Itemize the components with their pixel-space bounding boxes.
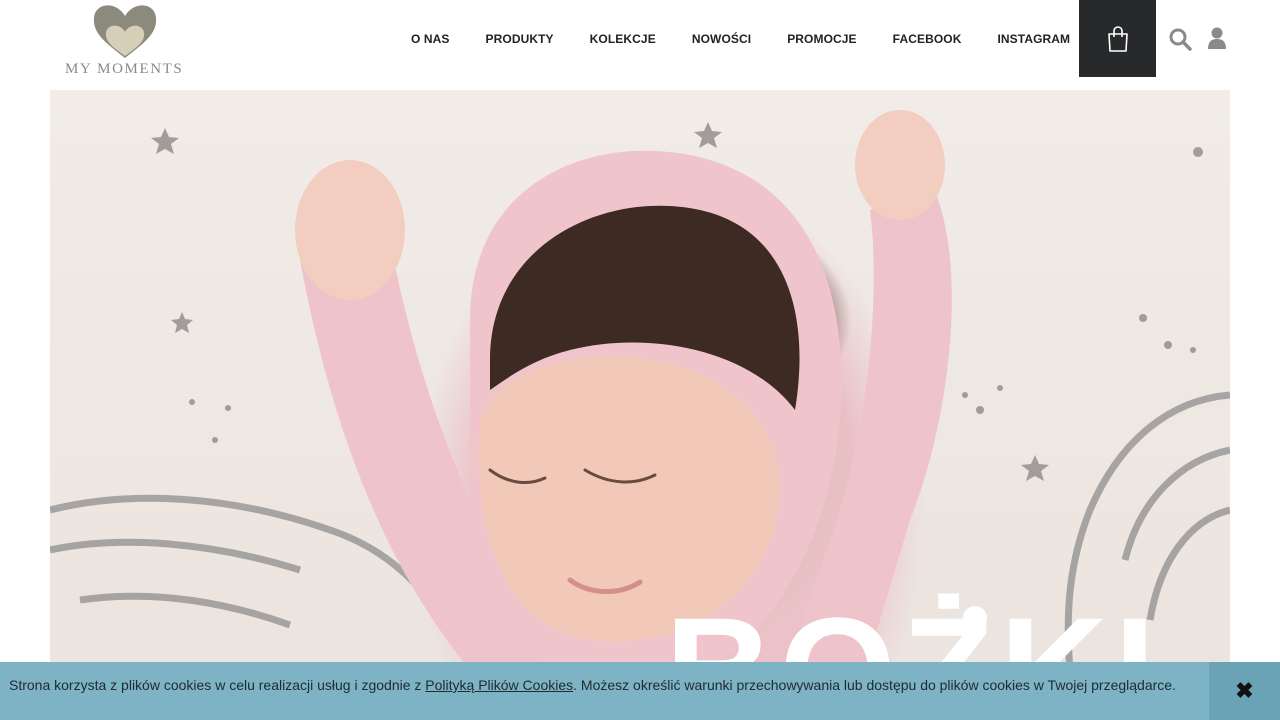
- cookie-consent-bar: Strona korzysta z plików cookies w celu …: [0, 662, 1280, 720]
- hero-banner[interactable]: BOŻKI: [50, 90, 1230, 720]
- nav-item-produkty[interactable]: PRODUKTY: [468, 28, 572, 50]
- cart-button[interactable]: [1079, 0, 1156, 77]
- nav-item-o-nas[interactable]: O NAS: [393, 28, 468, 50]
- nav-item-kolekcje[interactable]: KOLEKCJE: [572, 28, 674, 50]
- cookie-policy-link[interactable]: Polityką Plików Cookies: [425, 677, 573, 693]
- heart-logo-icon: [93, 5, 157, 59]
- nav-item-nowosci[interactable]: NOWOŚCI: [674, 28, 769, 50]
- search-button[interactable]: [1168, 27, 1192, 51]
- nav-item-facebook[interactable]: FACEBOOK: [875, 28, 980, 50]
- nav-item-promocje[interactable]: PROMOCJE: [769, 28, 874, 50]
- cookie-text-before: Strona korzysta z plików cookies w celu …: [9, 677, 426, 693]
- cookie-close-button[interactable]: ✖: [1209, 662, 1280, 720]
- user-icon: [1208, 27, 1226, 49]
- brand-logo[interactable]: MY MOMENTS: [50, 0, 200, 80]
- search-icon: [1169, 28, 1192, 51]
- cookie-text-after: . Możesz określić warunki przechowywania…: [573, 677, 1176, 693]
- close-icon: ✖: [1235, 678, 1254, 703]
- brand-name: MY MOMENTS: [65, 61, 184, 77]
- main-nav: O NAS PRODUKTY KOLEKCJE NOWOŚCI PROMOCJE…: [393, 28, 1088, 50]
- cookie-message: Strona korzysta z plików cookies w celu …: [9, 676, 1207, 694]
- site-header: MY MOMENTS O NAS PRODUKTY KOLEKCJE NOWOŚ…: [0, 0, 1280, 90]
- nav-item-instagram[interactable]: INSTAGRAM: [979, 28, 1088, 50]
- shopping-bag-icon: [1107, 25, 1128, 52]
- account-button[interactable]: [1206, 26, 1228, 50]
